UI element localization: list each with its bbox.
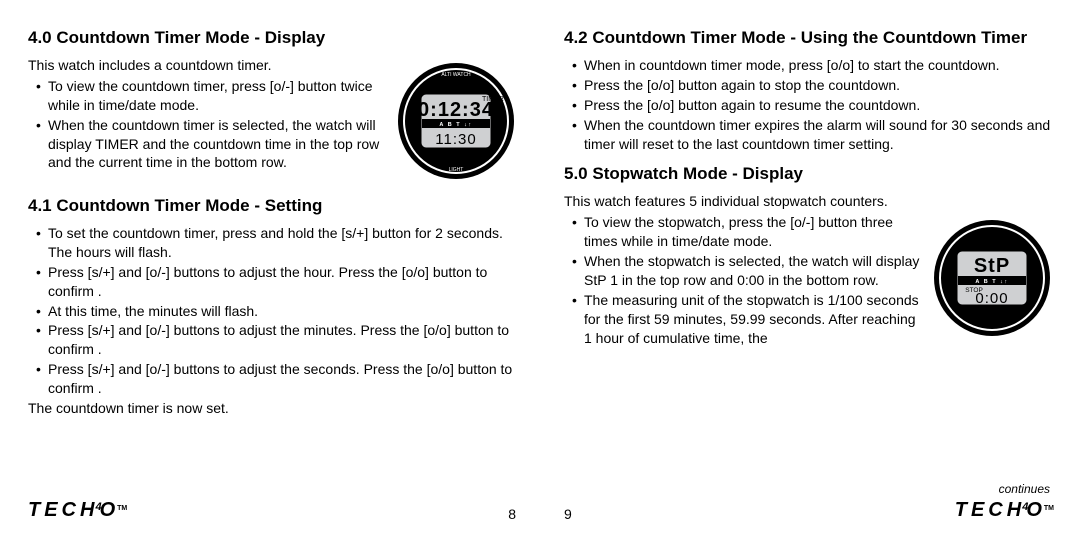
page-right: 4.2 Countdown Timer Mode - Using the Cou… (540, 0, 1080, 540)
heading-4-2: 4.2 Countdown Timer Mode - Using the Cou… (564, 28, 1052, 48)
bullets-4-2: When in countdown timer mode, press [o/o… (564, 56, 1052, 154)
svg-text:A B T ↓↑: A B T ↓↑ (975, 279, 1008, 285)
watch-stopwatch-illustration: StP A B T ↓↑ STOP 0:00 (932, 213, 1052, 343)
outro-4-1: The countdown timer is now set. (28, 399, 516, 418)
list-item: When the countdown timer expires the ala… (572, 116, 1052, 154)
bullets-4-1: To set the countdown timer, press and ho… (28, 224, 516, 399)
page-number: 9 (564, 506, 572, 522)
svg-text:0:00: 0:00 (975, 290, 1008, 307)
svg-text:A B T ↓↑: A B T ↓↑ (439, 122, 472, 128)
heading-4-0: 4.0 Countdown Timer Mode - Display (28, 28, 516, 48)
brand-logo: TECH4OTM (955, 499, 1052, 522)
bullets-5-0: To view the stopwatch, press the [o/-] b… (564, 213, 922, 347)
watch-timer-illustration: ALTI WATCH LIGHT TIMER 0:12:34 A B T ↓↑ … (396, 56, 516, 186)
svg-text:StP: StP (974, 255, 1010, 277)
list-item: The measuring unit of the stopwatch is 1… (572, 291, 922, 348)
list-item: When the stopwatch is selected, the watc… (572, 252, 922, 290)
list-item: Press the [o/o] button again to resume t… (572, 96, 1052, 115)
list-item: At this time, the minutes will flash. (36, 302, 516, 321)
list-item: When in countdown timer mode, press [o/o… (572, 56, 1052, 75)
bullets-4-0: To view the countdown timer, press [o/-]… (28, 77, 386, 172)
list-item: Press [s/+] and [o/-] buttons to adjust … (36, 263, 516, 301)
svg-text:ALTI WATCH: ALTI WATCH (441, 72, 471, 78)
page-number: 8 (508, 506, 516, 522)
page-left: 4.0 Countdown Timer Mode - Display This … (0, 0, 540, 540)
intro-5-0: This watch features 5 individual stopwat… (564, 192, 1052, 211)
list-item: Press [s/+] and [o/-] buttons to adjust … (36, 321, 516, 359)
list-item: Press [s/+] and [o/-] buttons to adjust … (36, 360, 516, 398)
brand-logo: TECH4OTM (28, 499, 125, 522)
continues-label: continues (999, 482, 1050, 496)
heading-5-0: 5.0 Stopwatch Mode - Display (564, 164, 1052, 184)
list-item: To view the stopwatch, press the [o/-] b… (572, 213, 922, 251)
list-item: To view the countdown timer, press [o/-]… (36, 77, 386, 115)
list-item: To set the countdown timer, press and ho… (36, 224, 516, 262)
intro-4-0: This watch includes a countdown timer. (28, 56, 386, 75)
list-item: Press the [o/o] button again to stop the… (572, 76, 1052, 95)
svg-text:0:12:34: 0:12:34 (418, 99, 494, 121)
heading-4-1: 4.1 Countdown Timer Mode - Setting (28, 196, 516, 216)
svg-text:LIGHT: LIGHT (449, 167, 464, 173)
svg-text:11:30: 11:30 (435, 131, 476, 148)
list-item: When the countdown timer is selected, th… (36, 116, 386, 173)
